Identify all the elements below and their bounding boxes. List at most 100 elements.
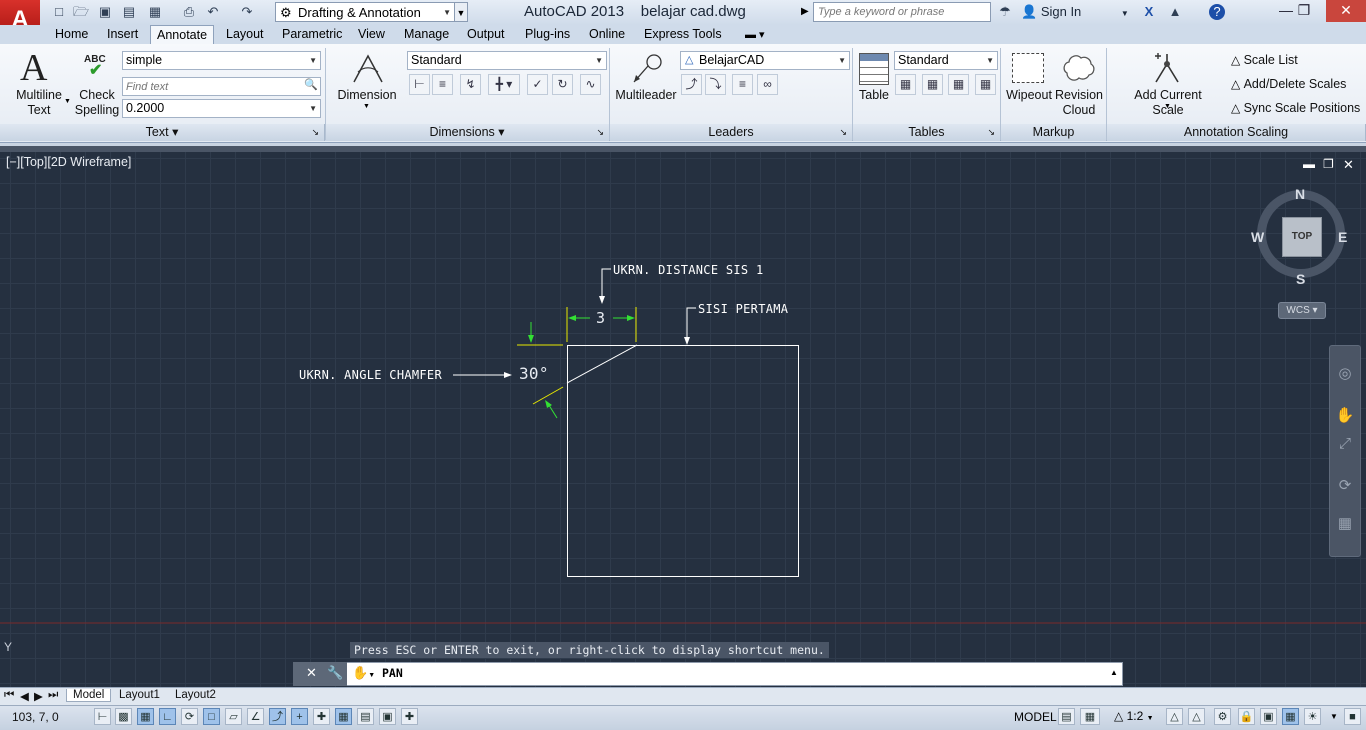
table-icon[interactable] bbox=[859, 53, 889, 85]
multiline-text-icon[interactable]: A bbox=[20, 48, 47, 88]
annotation-scaling-panel-footer[interactable]: Annotation Scaling bbox=[1107, 124, 1366, 141]
clean-screen-icon[interactable]: ■ bbox=[1344, 708, 1361, 725]
wipeout-icon[interactable] bbox=[1012, 53, 1044, 83]
remove-leader-icon[interactable]: ⤵ bbox=[705, 74, 726, 95]
orbit-icon[interactable]: ⟳ bbox=[1334, 475, 1356, 497]
tab-output[interactable]: Output bbox=[461, 25, 511, 44]
quick-access-customize-button[interactable]: ▼ bbox=[454, 2, 468, 22]
close-command-icon[interactable]: ✕ bbox=[306, 665, 317, 681]
extract-data-icon[interactable]: ▦ bbox=[895, 74, 916, 95]
lineweight-icon[interactable]: ✚ bbox=[313, 708, 330, 725]
dialog-launcher-icon[interactable]: ↘ bbox=[839, 124, 847, 141]
zoom-extents-icon[interactable]: ⤢ bbox=[1334, 433, 1356, 455]
steering-wheel-icon[interactable]: ◎ bbox=[1334, 363, 1356, 385]
bulb-icon[interactable]: ☀ bbox=[1304, 708, 1321, 725]
tab-parametric[interactable]: Parametric bbox=[276, 25, 348, 44]
annotation-visibility-icon[interactable]: △ bbox=[1166, 708, 1183, 725]
align-leaders-icon[interactable]: ≡ bbox=[732, 74, 753, 95]
sign-in-button[interactable]: 👤 Sign In ▼ bbox=[1021, 4, 1129, 20]
workspace-select[interactable]: ⚙ Drafting & Annotation ▼ bbox=[275, 2, 455, 22]
wipeout-button[interactable]: Wipeout bbox=[1003, 88, 1055, 103]
selection-cycling-icon[interactable]: ▣ bbox=[379, 708, 396, 725]
multileader-icon[interactable] bbox=[628, 52, 664, 86]
tab-express-tools[interactable]: Express Tools bbox=[638, 25, 728, 44]
search-binoculars-icon[interactable]: ☂ bbox=[996, 4, 1014, 20]
lock-ui-icon[interactable]: 🔒 bbox=[1238, 708, 1255, 725]
text-height-select[interactable]: 0.2000 ▼ bbox=[122, 99, 321, 118]
table-button[interactable]: Table bbox=[852, 88, 896, 103]
command-history-icon[interactable]: ▲ bbox=[1110, 668, 1118, 677]
tab-layout[interactable]: Layout bbox=[220, 25, 270, 44]
compass-north[interactable]: N bbox=[1295, 186, 1305, 202]
pan-icon[interactable]: ✋ bbox=[1334, 405, 1356, 427]
dimensions-panel-footer[interactable]: Dimensions ▾ ↘ bbox=[325, 124, 610, 141]
new-file-icon[interactable]: □ bbox=[50, 4, 68, 20]
snap-mode-icon[interactable]: ▩ bbox=[115, 708, 132, 725]
dialog-launcher-icon[interactable]: ↘ bbox=[987, 124, 995, 141]
leader-style-select[interactable]: △ BelajarCAD ▼ bbox=[680, 51, 850, 70]
print-icon[interactable]: ⎙ bbox=[180, 4, 198, 20]
tab-scroll-prev-icon[interactable]: ◀ bbox=[20, 689, 29, 703]
command-line[interactable] bbox=[293, 662, 1123, 686]
open-file-icon[interactable]: 🗁 bbox=[72, 4, 90, 20]
close-button[interactable]: ✕ bbox=[1326, 0, 1366, 22]
find-icon[interactable]: 🔍 bbox=[304, 78, 318, 91]
multiline-text-button[interactable]: Multiline Text bbox=[8, 88, 70, 118]
dialog-launcher-icon[interactable]: ↘ bbox=[596, 124, 604, 141]
coordinate-readout[interactable]: 103, 7, 0 bbox=[12, 710, 59, 724]
dynamic-ucs-icon[interactable]: ⤴ bbox=[269, 708, 286, 725]
download-from-source-icon[interactable]: ▦ bbox=[948, 74, 969, 95]
compass-west[interactable]: W bbox=[1251, 229, 1264, 245]
save-icon[interactable]: ▣ bbox=[96, 4, 114, 20]
text-panel-footer[interactable]: Text ▾ ↘ bbox=[0, 124, 325, 141]
dim-break-icon[interactable]: ↯ bbox=[460, 74, 481, 95]
ortho-mode-icon[interactable]: ∟ bbox=[159, 708, 176, 725]
tab-scroll-last-icon[interactable]: ⏭ bbox=[48, 689, 58, 702]
save-as-icon[interactable]: ▤ bbox=[120, 4, 138, 20]
plot-preview-icon[interactable]: ▦ bbox=[146, 4, 164, 20]
dim-space-icon[interactable]: ≡ bbox=[432, 74, 453, 95]
revision-cloud-icon[interactable] bbox=[1061, 51, 1095, 83]
jogged-linear-icon[interactable]: ∿ bbox=[580, 74, 601, 95]
transparency-icon[interactable]: ▦ bbox=[335, 708, 352, 725]
maximize-button[interactable]: ❐ bbox=[1288, 0, 1320, 22]
viewcube-top-face[interactable]: TOP bbox=[1282, 217, 1322, 257]
quick-view-drawings-icon[interactable]: ▦ bbox=[1080, 708, 1100, 725]
layout-tab-model[interactable]: Model bbox=[66, 689, 112, 702]
tab-plug-ins[interactable]: Plug-ins bbox=[519, 25, 576, 44]
customize-wrench-icon[interactable]: 🔧 bbox=[327, 665, 343, 681]
undo-icon[interactable]: ↶ bbox=[204, 4, 222, 20]
redo-icon[interactable]: ↷ bbox=[238, 4, 256, 20]
upload-to-source-icon[interactable]: ▦ bbox=[975, 74, 996, 95]
autodesk-360-icon[interactable]: ▲ bbox=[1166, 4, 1184, 20]
quick-view-layouts-icon[interactable]: ▤ bbox=[1058, 708, 1075, 725]
infer-constraints-icon[interactable]: ⊢ bbox=[94, 708, 111, 725]
collect-leaders-icon[interactable]: ∞ bbox=[757, 74, 778, 95]
workspace-switching-icon[interactable]: ⚙ bbox=[1214, 708, 1231, 725]
dimension-icon[interactable] bbox=[348, 50, 388, 86]
multileader-button[interactable]: Multileader bbox=[613, 88, 679, 103]
revision-cloud-button[interactable]: Revision Cloud bbox=[1054, 88, 1104, 118]
add-delete-scales-button[interactable]: △ Add/Delete Scales bbox=[1231, 77, 1346, 91]
status-bar-menu-icon[interactable]: ▼ bbox=[1330, 712, 1338, 721]
check-spelling-button[interactable]: Check Spelling bbox=[72, 88, 122, 118]
annotation-monitor-icon[interactable]: ✚ bbox=[401, 708, 418, 725]
grid-display-icon[interactable]: ▦ bbox=[137, 708, 154, 725]
tables-panel-footer[interactable]: Tables ↘ bbox=[853, 124, 1001, 141]
dimension-style-select[interactable]: Standard ▼ bbox=[407, 51, 607, 70]
annotation-scale-button[interactable]: △ 1:2 ▼ bbox=[1114, 709, 1154, 723]
dynamic-input-icon[interactable]: + bbox=[291, 708, 308, 725]
hardware-acceleration-icon[interactable]: ▣ bbox=[1260, 708, 1277, 725]
tab-manage[interactable]: Manage bbox=[398, 25, 455, 44]
expand-search-icon[interactable]: ▶ bbox=[801, 6, 809, 17]
layout-tab-layout1[interactable]: Layout1 bbox=[119, 689, 160, 701]
compass-east[interactable]: E bbox=[1338, 229, 1347, 245]
polar-tracking-icon[interactable]: ⟳ bbox=[181, 708, 198, 725]
tab-scroll-first-icon[interactable]: ⏮ bbox=[4, 689, 14, 702]
markup-panel-footer[interactable]: Markup bbox=[1001, 124, 1107, 141]
add-leader-icon[interactable]: ⤴ bbox=[681, 74, 702, 95]
command-input[interactable]: PAN bbox=[382, 666, 403, 680]
ribbon-minimize-icon[interactable]: ▬ ▾ bbox=[745, 28, 765, 41]
quick-properties-icon[interactable]: ▤ bbox=[357, 708, 374, 725]
text-style-select[interactable]: simple ▼ bbox=[122, 51, 321, 70]
